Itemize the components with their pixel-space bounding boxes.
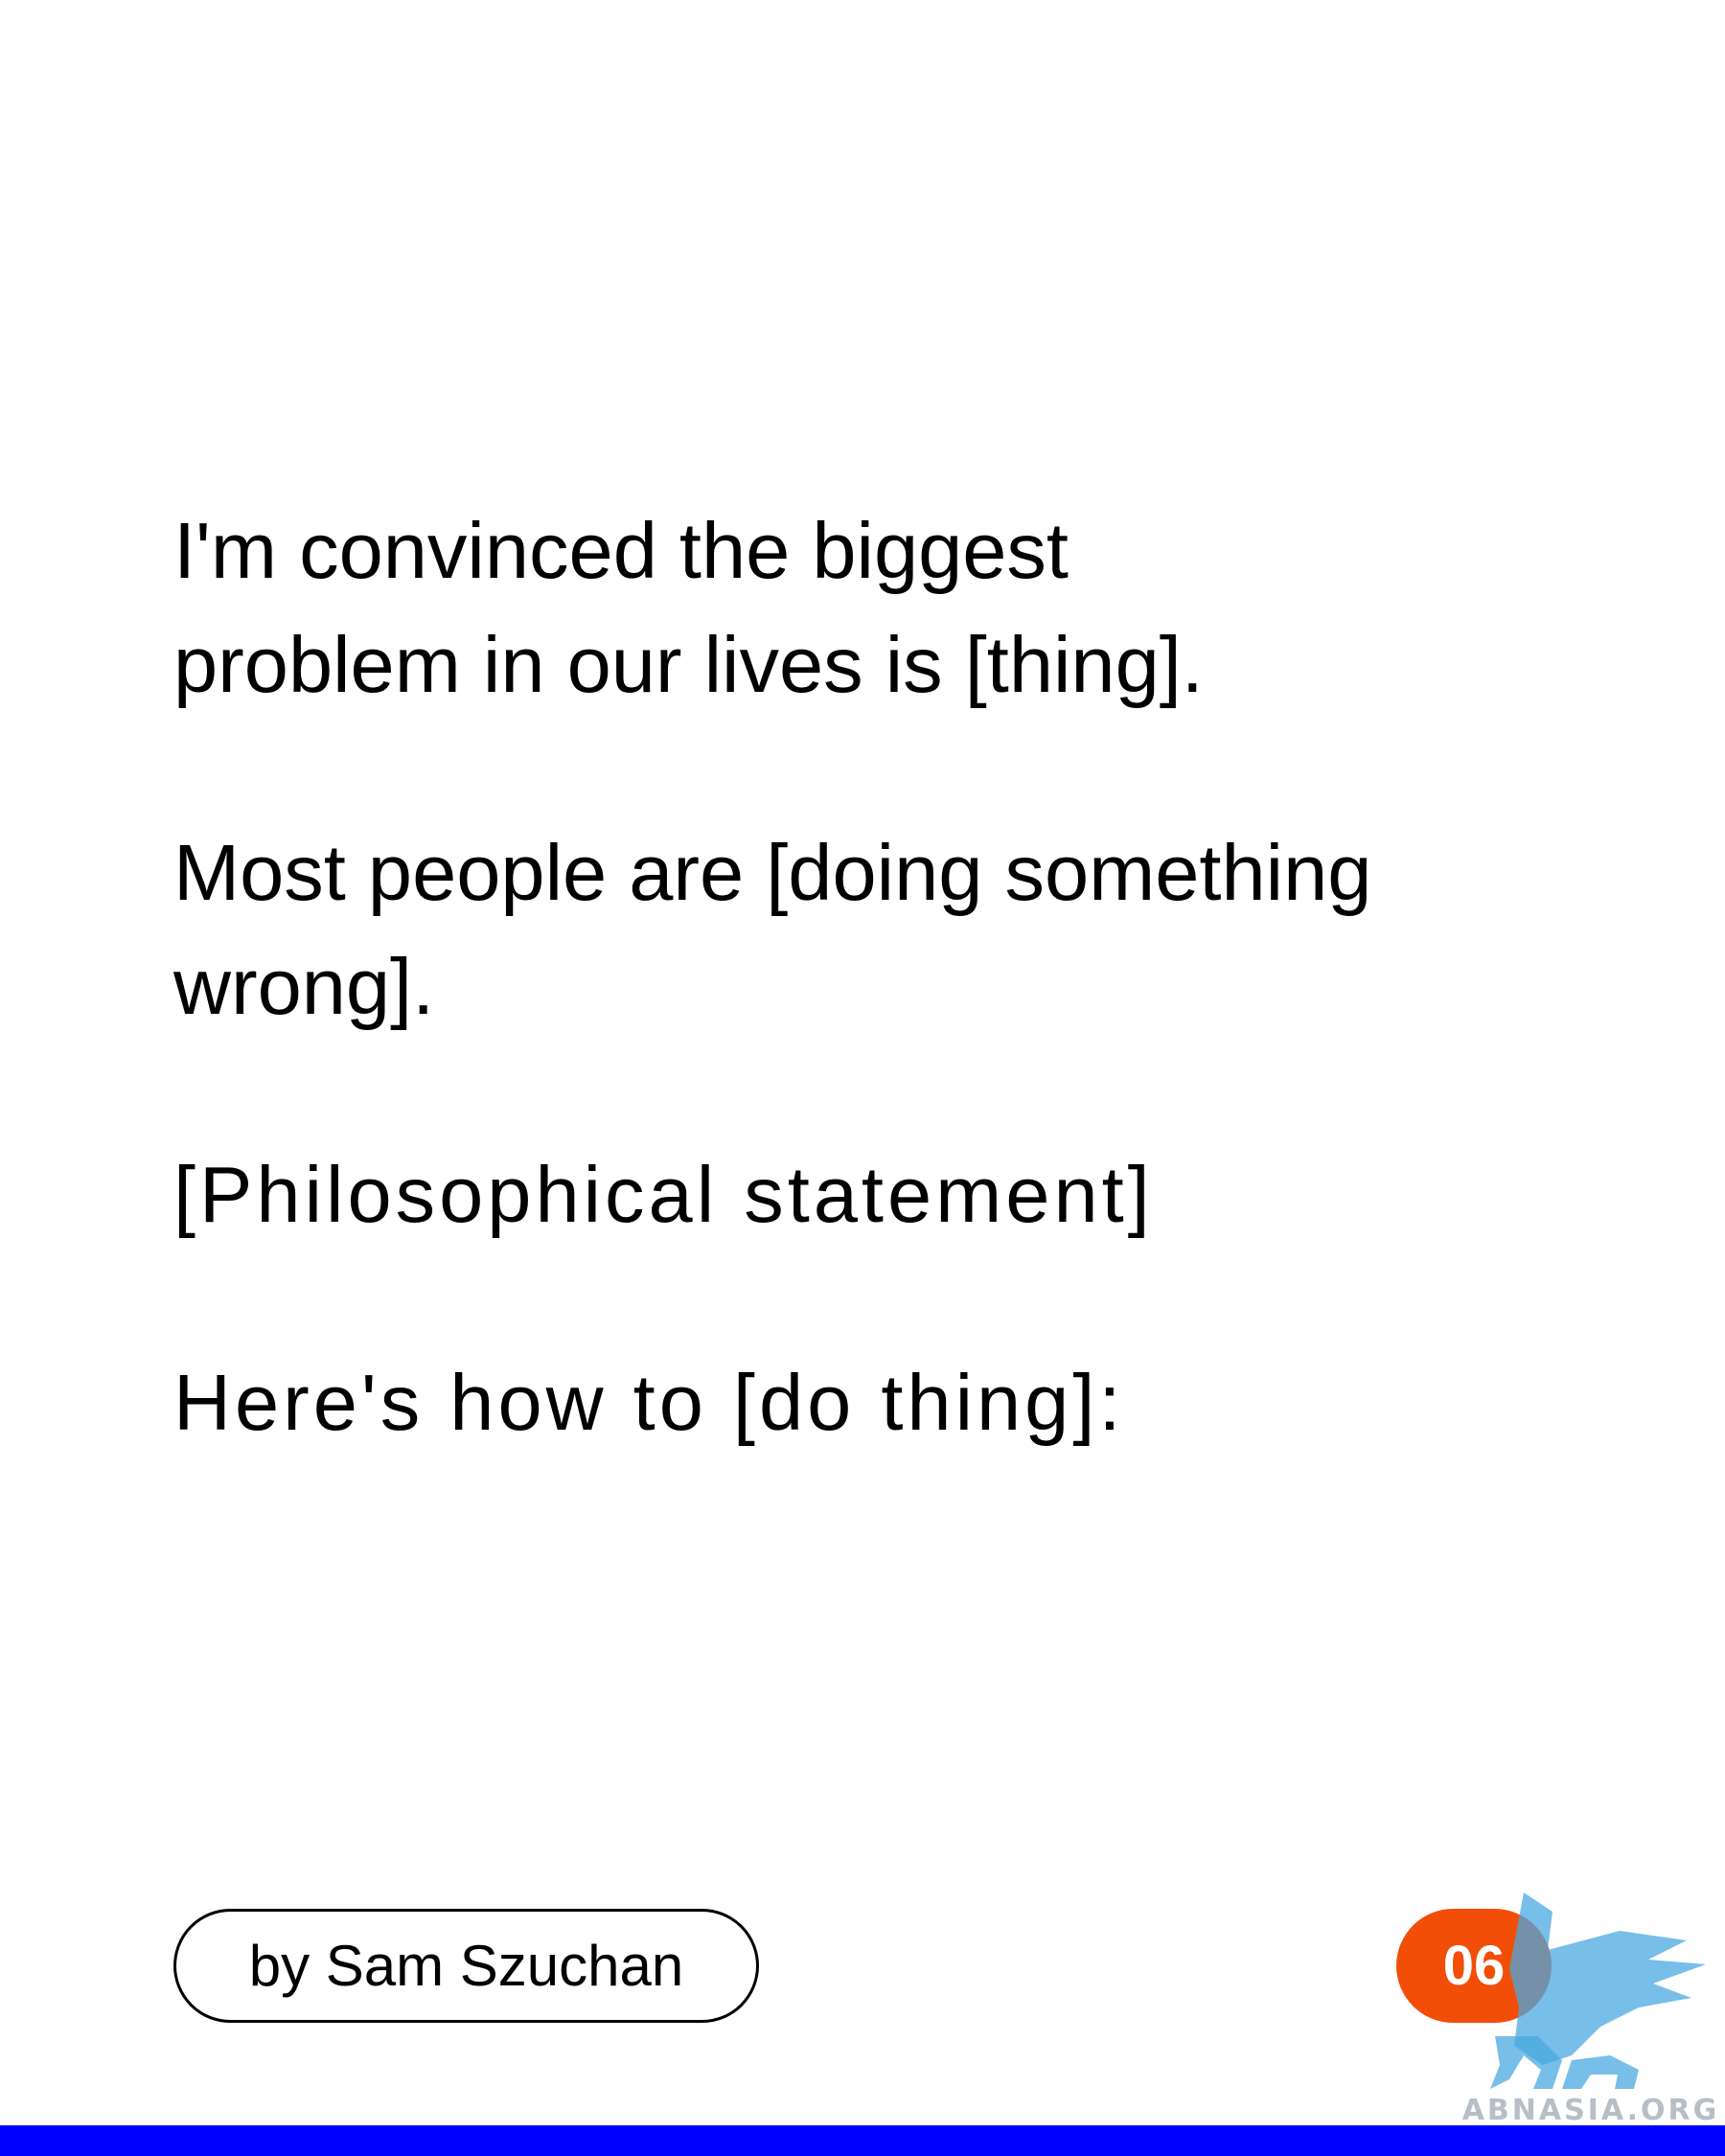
text-line: Here's how to [do thing]:	[173, 1358, 1125, 1447]
bottom-accent-bar	[0, 2125, 1725, 2156]
paragraph-howto: Here's how to [do thing]:	[173, 1345, 1573, 1459]
author-label: by Sam Szuchan	[248, 1934, 684, 1998]
text-line: Most people are [doing something	[173, 828, 1372, 917]
watermark: ABNASIA.ORG	[1457, 1892, 1725, 2127]
text-line: problem in our lives is [thing].	[173, 620, 1204, 709]
text-line: [Philosophical statement]	[173, 1150, 1154, 1239]
paragraph-mistake: Most people are [doing something wrong].	[173, 815, 1573, 1044]
paragraph-problem: I'm convinced the biggest problem in our…	[173, 493, 1573, 722]
text-line: wrong].	[173, 942, 435, 1031]
slide-body: I'm convinced the biggest problem in our…	[173, 493, 1573, 1459]
text-line: I'm convinced the biggest	[173, 506, 1069, 595]
paragraph-philosophy: [Philosophical statement]	[173, 1137, 1573, 1251]
slide: I'm convinced the biggest problem in our…	[0, 0, 1725, 2156]
winged-lion-icon	[1490, 1892, 1706, 2089]
author-pill: by Sam Szuchan	[173, 1909, 759, 2023]
watermark-text: ABNASIA.ORG	[1461, 2094, 1720, 2127]
